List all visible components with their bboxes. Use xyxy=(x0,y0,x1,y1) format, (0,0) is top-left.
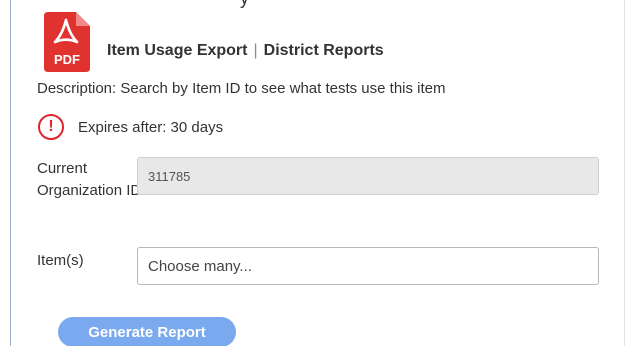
report-panel: y PDF Item Usage Export | District Reports… xyxy=(0,0,630,346)
report-title: Item Usage Export | District Reports xyxy=(107,42,384,60)
pdf-file-icon: PDF xyxy=(44,12,90,72)
alert-circle-icon: ! xyxy=(38,114,64,140)
items-label: Item(s) xyxy=(37,252,84,269)
panel-right-border xyxy=(624,0,625,346)
title-separator: | xyxy=(253,42,258,59)
clipped-heading-text: y xyxy=(240,0,249,9)
report-description: Description: Search by Item ID to see wh… xyxy=(37,80,446,97)
expiry-notice: ! Expires after: 30 days xyxy=(37,112,223,142)
report-category: District Reports xyxy=(263,42,384,59)
report-name: Item Usage Export xyxy=(107,42,248,59)
pdf-badge-text: PDF xyxy=(54,52,80,67)
items-input[interactable] xyxy=(137,247,599,285)
generate-report-button[interactable]: Generate Report xyxy=(58,317,236,346)
panel-left-border xyxy=(10,0,11,346)
org-id-field xyxy=(137,157,599,195)
org-id-label: Current Organization ID xyxy=(37,160,142,199)
expiry-text: Expires after: 30 days xyxy=(78,118,224,136)
